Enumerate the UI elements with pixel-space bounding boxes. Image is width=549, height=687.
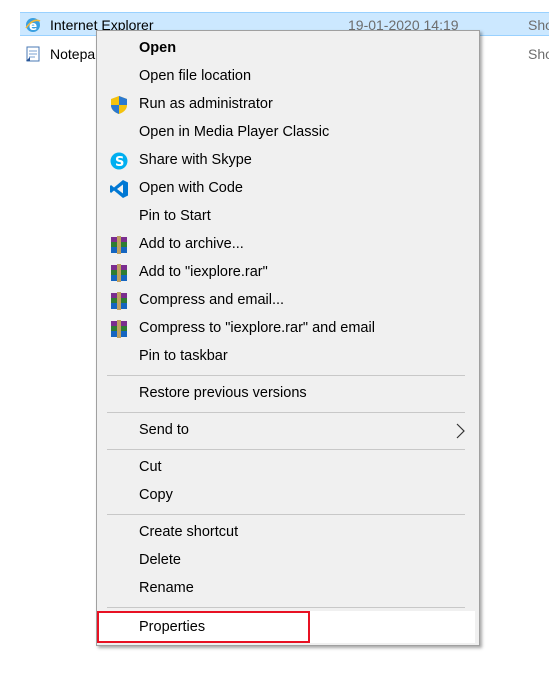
menu-item-label: Run as administrator <box>139 96 273 112</box>
menu-item-run-as-administrator[interactable]: Run as administrator <box>97 91 479 119</box>
menu-item-add-to-iexplore-rar[interactable]: Add to "iexplore.rar" <box>97 259 479 287</box>
menu-item-pin-to-taskbar[interactable]: Pin to taskbar <box>97 343 479 371</box>
menu-item-label: Create shortcut <box>139 524 239 540</box>
file-type: Sho <box>528 17 549 33</box>
menu-item-add-to-archive[interactable]: Add to archive... <box>97 231 479 259</box>
menu-item-create-shortcut[interactable]: Create shortcut <box>97 519 479 547</box>
menu-item-open-file-location[interactable]: Open file location <box>97 63 479 91</box>
menu-item-label: Delete <box>139 552 181 568</box>
winrar-icon <box>111 320 127 338</box>
winrar-icon <box>111 264 127 282</box>
menu-item-label: Pin to taskbar <box>139 348 228 364</box>
menu-separator <box>107 412 465 413</box>
menu-separator <box>107 449 465 450</box>
menu-item-pin-to-start[interactable]: Pin to Start <box>97 203 479 231</box>
menu-item-share-with-skype[interactable]: S Share with Skype <box>97 147 479 175</box>
internet-explorer-icon: e <box>25 18 41 33</box>
menu-item-label: Compress and email... <box>139 292 285 308</box>
context-menu: Open Open file location Run as administr… <box>96 30 480 646</box>
properties-highlight-box <box>97 611 310 643</box>
menu-separator <box>107 514 465 515</box>
menu-item-label: Add to archive... <box>139 236 244 252</box>
menu-item-compress-to-rar-and-email[interactable]: Compress to "iexplore.rar" and email <box>97 315 479 343</box>
menu-item-label: Restore previous versions <box>139 385 307 401</box>
menu-item-label: Open with Code <box>139 180 243 196</box>
file-type: Sho <box>528 46 549 62</box>
uac-shield-icon <box>111 96 127 114</box>
menu-item-label: Open in Media Player Classic <box>139 124 330 140</box>
menu-item-copy[interactable]: Copy <box>97 482 479 510</box>
menu-item-label: Open <box>139 40 177 56</box>
menu-item-delete[interactable]: Delete <box>97 547 479 575</box>
menu-item-rename[interactable]: Rename <box>97 575 479 603</box>
menu-item-label: Add to "iexplore.rar" <box>139 264 268 280</box>
winrar-icon <box>111 292 127 310</box>
menu-item-label: Share with Skype <box>139 152 252 168</box>
menu-item-label: Rename <box>139 580 194 596</box>
menu-separator <box>107 607 465 608</box>
menu-item-send-to[interactable]: Send to <box>97 417 479 445</box>
menu-item-label: Pin to Start <box>139 208 211 224</box>
menu-item-label: Copy <box>139 487 173 503</box>
menu-item-open-with-code[interactable]: Open with Code <box>97 175 479 203</box>
svg-text:S: S <box>115 155 124 170</box>
menu-item-compress-and-email[interactable]: Compress and email... <box>97 287 479 315</box>
file-name: Notepa <box>50 46 96 62</box>
menu-item-label: Send to <box>139 422 189 438</box>
menu-item-restore-previous-versions[interactable]: Restore previous versions <box>97 380 479 408</box>
menu-item-cut[interactable]: Cut <box>97 454 479 482</box>
notepad-icon <box>26 46 40 62</box>
menu-item-label: Compress to "iexplore.rar" and email <box>139 320 375 336</box>
chevron-right-icon <box>456 423 465 439</box>
winrar-icon <box>111 236 127 254</box>
menu-item-open[interactable]: Open <box>97 35 479 63</box>
menu-separator <box>107 375 465 376</box>
skype-icon: S <box>110 152 128 170</box>
menu-item-open-in-media-player-classic[interactable]: Open in Media Player Classic <box>97 119 479 147</box>
menu-item-label: Cut <box>139 459 162 475</box>
vscode-icon <box>110 180 128 198</box>
menu-item-label: Open file location <box>139 68 252 84</box>
